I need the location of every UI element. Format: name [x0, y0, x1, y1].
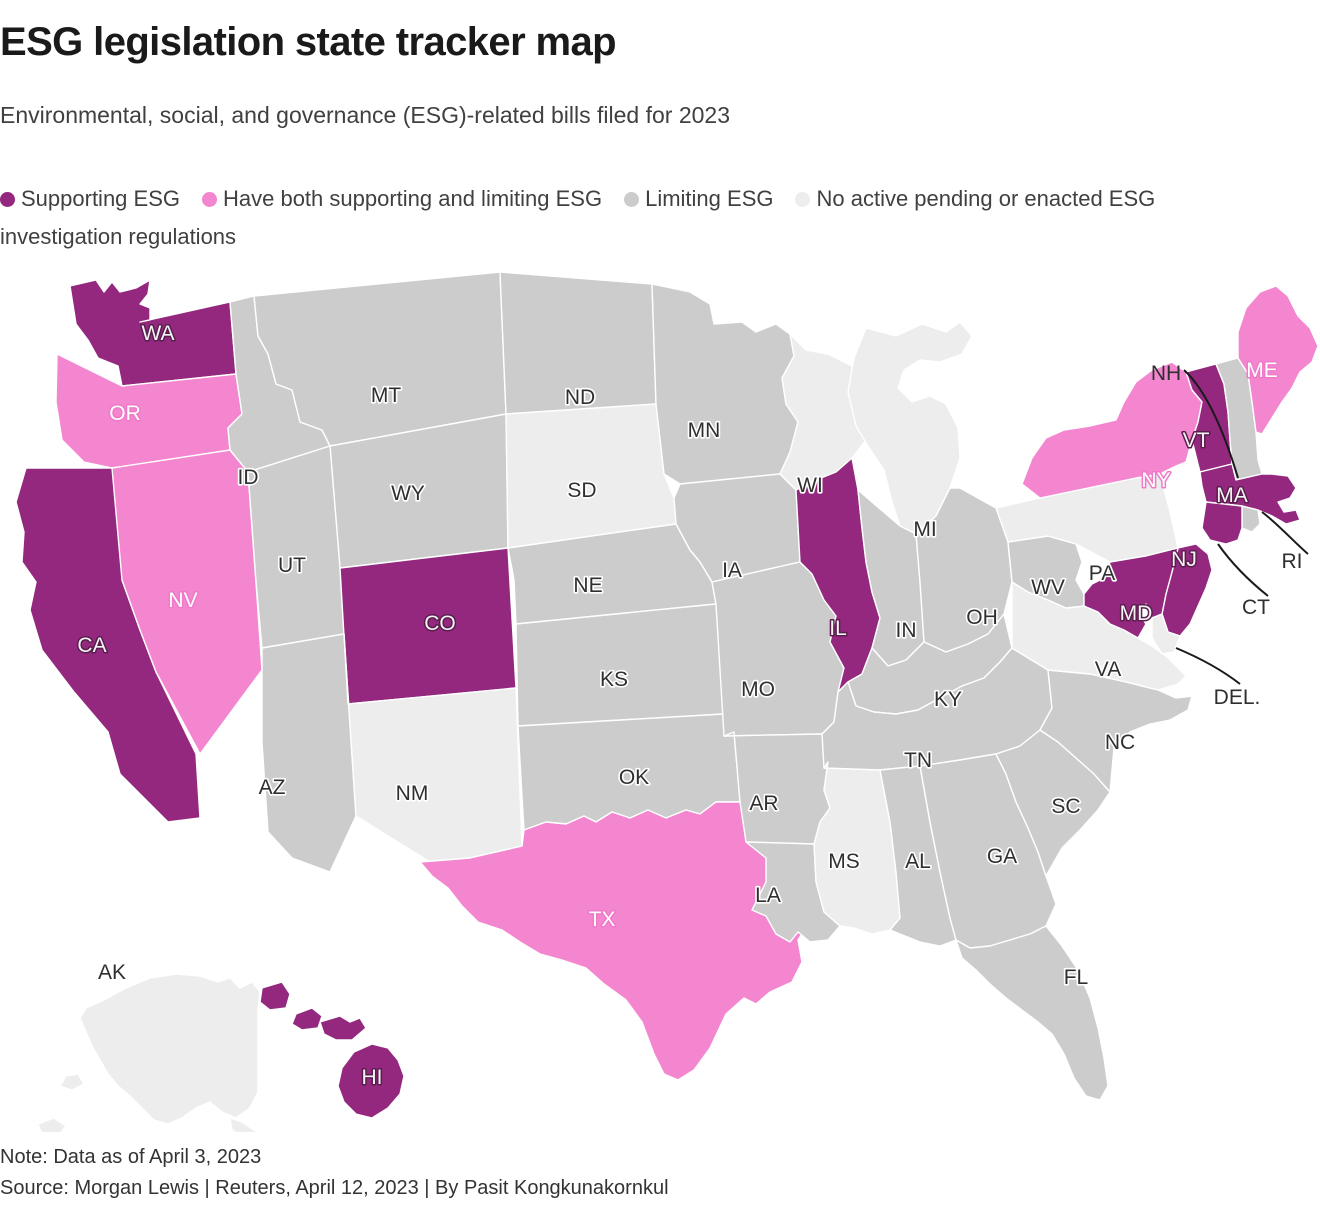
state-label-MN: MN: [688, 419, 721, 442]
state-label-ME: ME: [1246, 359, 1278, 382]
state-label-MD: MD: [1120, 602, 1153, 625]
state-label-CA: CA: [77, 634, 106, 657]
legend-continuation: investigation regulations: [0, 224, 237, 249]
state-label-IL: IL: [829, 617, 847, 640]
state-label-NM: NM: [396, 782, 429, 805]
state-label-AL: AL: [905, 850, 931, 873]
state-label-OR: OR: [109, 402, 141, 425]
state-label-TX: TX: [589, 908, 616, 931]
state-label-AK: AK: [98, 961, 126, 984]
state-label-MS: MS: [828, 850, 860, 873]
state-label-AR: AR: [749, 792, 778, 815]
legend-label-none: No active pending or enacted ESG: [816, 186, 1156, 211]
state-label-NJ: NJ: [1171, 548, 1197, 571]
map-legend: Supporting ESG Have both supporting and …: [0, 182, 1320, 255]
state-FL[interactable]: [955, 925, 1109, 1101]
state-label-IA: IA: [722, 559, 742, 582]
callout-label-RI: RI: [1282, 550, 1303, 573]
state-label-NE: NE: [573, 574, 602, 597]
page-title: ESG legislation state tracker map: [0, 20, 617, 64]
legend-item-none[interactable]: No active pending or enacted ESG: [795, 182, 1155, 219]
state-label-WI: WI: [797, 474, 823, 497]
state-AZ[interactable]: [261, 633, 357, 873]
state-label-UT: UT: [278, 554, 306, 577]
leader-line-del: [1175, 647, 1241, 685]
state-label-HI: HI: [362, 1066, 383, 1089]
callout-label-NH: NH: [1151, 362, 1181, 385]
state-shapes[interactable]: [15, 271, 1319, 1132]
state-SD[interactable]: [505, 403, 677, 549]
state-MN[interactable]: [651, 283, 799, 485]
state-label-SC: SC: [1051, 795, 1080, 818]
state-RI[interactable]: [1241, 505, 1261, 533]
state-label-MA: MA: [1216, 484, 1248, 507]
legend-dot-none-icon: [795, 192, 811, 207]
legend-row: Supporting ESG Have both supporting and …: [0, 182, 1320, 219]
state-label-PA: PA: [1089, 562, 1115, 585]
state-HI[interactable]: [259, 981, 405, 1119]
state-label-ID: ID: [238, 466, 259, 489]
footer-note: Note: Data as of April 3, 2023: [0, 1146, 262, 1168]
esg-map-figure: ESG legislation state tracker map Enviro…: [0, 0, 1320, 1222]
state-label-KY: KY: [934, 688, 962, 711]
state-label-KS: KS: [600, 668, 628, 691]
page-subtitle: Environmental, social, and governance (E…: [0, 102, 730, 128]
leader-line-ct: [1217, 543, 1269, 597]
state-label-NY: NY: [1141, 469, 1170, 492]
legend-label-supporting: Supporting ESG: [21, 186, 180, 211]
state-label-WY: WY: [391, 482, 425, 505]
legend-dot-both-icon: [201, 192, 217, 207]
legend-item-limiting[interactable]: Limiting ESG: [624, 182, 773, 219]
us-choropleth-map[interactable]: WA OR CA NV ID MT WY UT AZ NM CO ND SD N…: [0, 262, 1320, 1132]
state-UT[interactable]: [247, 445, 345, 649]
state-label-VA: VA: [1095, 658, 1121, 681]
state-label-WA: WA: [141, 322, 174, 345]
state-label-WV: WV: [1031, 576, 1065, 599]
state-label-FL: FL: [1064, 966, 1089, 989]
state-label-MO: MO: [741, 678, 775, 701]
us-map-svg[interactable]: WA OR CA NV ID MT WY UT AZ NM CO ND SD N…: [0, 262, 1320, 1132]
state-AK[interactable]: [37, 973, 282, 1132]
legend-dot-supporting-icon: [0, 192, 15, 207]
state-label-OK: OK: [619, 766, 649, 789]
state-label-OH: OH: [966, 606, 998, 629]
state-label-GA: GA: [987, 845, 1017, 868]
state-CT[interactable]: [1201, 501, 1243, 545]
state-KS[interactable]: [515, 603, 725, 727]
callout-label-CT: CT: [1242, 596, 1270, 619]
state-label-AZ: AZ: [259, 776, 286, 799]
state-label-ND: ND: [565, 386, 595, 409]
legend-item-both[interactable]: Have both supporting and limiting ESG: [201, 182, 603, 219]
legend-item-supporting[interactable]: Supporting ESG: [0, 182, 180, 219]
state-label-LA: LA: [755, 884, 781, 907]
legend-dot-limiting-icon: [624, 192, 640, 207]
state-label-MT: MT: [371, 384, 401, 407]
legend-label-both: Have both supporting and limiting ESG: [222, 186, 603, 211]
state-label-IN: IN: [896, 619, 917, 642]
state-label-VT: VT: [1183, 429, 1210, 452]
state-label-CO: CO: [424, 612, 456, 635]
state-label-MI: MI: [913, 518, 936, 541]
legend-label-limiting: Limiting ESG: [645, 186, 774, 211]
figure-footer: Note: Data as of April 3, 2023 Source: M…: [0, 1142, 1320, 1204]
state-label-NC: NC: [1105, 731, 1135, 754]
state-label-NV: NV: [168, 589, 197, 612]
state-label-SD: SD: [567, 479, 596, 502]
callout-label-DEL: DEL.: [1214, 686, 1261, 709]
state-label-TN: TN: [904, 749, 932, 772]
footer-source: Source: Morgan Lewis | Reuters, April 12…: [0, 1177, 669, 1199]
